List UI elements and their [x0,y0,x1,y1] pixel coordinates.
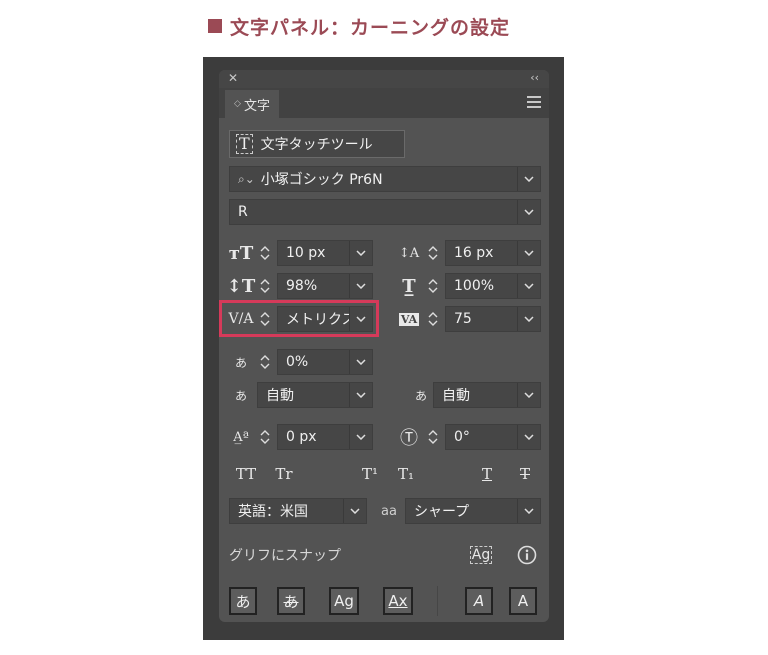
heading-square [208,19,222,33]
aki-left-icon: あ [234,388,247,403]
panel-titlebar: ✕ ‹‹ [219,70,549,88]
chevron-down-icon [349,241,372,265]
font-family-value: 小塚ゴシック Pr6N [260,172,383,188]
touch-tool-icon: T [236,134,253,154]
aki-left-select[interactable]: 自動 [257,382,373,408]
chevron-down-icon [349,274,372,298]
horizontal-scale-stepper[interactable] [425,273,441,299]
leading-field[interactable]: 16 px [445,240,541,266]
rotation-value: 0° [454,429,470,445]
font-size-stepper[interactable] [257,240,273,266]
font-size-value: 10 px [286,245,326,261]
superscript-button[interactable]: T¹ [355,462,385,486]
font-style-select[interactable]: R [229,199,541,225]
info-icon[interactable] [515,542,539,568]
aki-right-value: 自動 [442,388,470,404]
button-divider [437,586,438,616]
vertical-scale-value: 98% [286,278,318,294]
rotation-field[interactable]: 0° [445,424,541,450]
subscript-button[interactable]: T₁ [391,462,421,486]
rotation-stepper[interactable] [425,424,441,450]
tab-row: ◇ 文字 [219,88,549,118]
rotation-icon: Ⓣ [400,428,418,449]
chevron-down-icon [517,383,540,407]
heading-text: 文字パネル：カーニングの設定 [230,16,511,39]
font-family-select[interactable]: ⌕⌄ 小塚ゴシック Pr6N [229,166,541,192]
touch-tool-label: 文字タッチツール [260,137,373,153]
chevron-down-icon [517,499,540,523]
strikethrough-button[interactable]: T [513,462,537,486]
chevron-down-icon [517,307,540,331]
all-caps-button[interactable]: TT [231,462,261,486]
tsume-value: 0% [286,354,309,370]
search-icon: ⌕⌄ [238,171,255,186]
aki-right-icon: あ [414,388,427,403]
chevron-down-icon [517,167,540,191]
leading-value: 16 px [454,245,494,261]
updown-icon: ◇ [234,99,241,109]
anti-alias-value: シャープ [414,504,470,520]
snap-baseline-button[interactable]: あ [229,587,257,615]
chevron-down-icon [517,274,540,298]
tab-character-label: 文字 [243,98,270,114]
aki-left-value: 自動 [266,388,294,404]
font-size-field[interactable]: 10 px [277,240,373,266]
baseline-shift-field[interactable]: 0 px [277,424,373,450]
tab-character[interactable]: ◇ 文字 [225,90,279,118]
anti-alias-select[interactable]: シャープ [405,498,541,524]
underline-button[interactable]: T [475,462,499,486]
chevron-down-icon [349,350,372,374]
chevron-down-icon [349,383,372,407]
snap-proximity-button[interactable]: Ax [383,587,413,615]
snap-anchor-button[interactable]: A [509,587,537,615]
snap-midline-button[interactable]: あ [277,587,305,615]
font-style-value: R [238,204,248,220]
glyph-icon[interactable]: Ag [469,542,493,568]
tracking-value: 75 [454,311,472,327]
snap-glyph-bounds-button[interactable]: Ag [329,587,359,615]
tracking-icon: VA [398,312,420,326]
baseline-shift-value: 0 px [286,429,317,445]
chevron-down-icon [349,425,372,449]
chevron-down-icon [517,241,540,265]
anti-alias-icon: aa [381,503,397,519]
tsume-field[interactable]: 0% [277,349,373,375]
horizontal-scale-field[interactable]: 100% [445,273,541,299]
baseline-shift-stepper[interactable] [257,424,273,450]
tracking-field[interactable]: 75 [445,306,541,332]
language-select[interactable]: 英語：米国 [229,498,367,524]
baseline-shift-icon: A̲ª [233,429,249,445]
chevron-down-icon [343,499,366,523]
horizontal-scale-value: 100% [454,278,495,294]
aki-right-select[interactable]: 自動 [433,382,541,408]
tracking-stepper[interactable] [425,306,441,332]
small-caps-button[interactable]: Tr [269,462,299,486]
chevron-down-icon [517,425,540,449]
chevron-down-icon [517,200,540,224]
tsume-stepper[interactable] [257,349,273,375]
touch-type-tool-button[interactable]: T 文字タッチツール [229,130,405,158]
vertical-scale-icon: ↕T [226,275,256,297]
font-size-icon: ᴛT [228,242,254,264]
collapse-icon[interactable]: ‹‹ [530,71,539,84]
panel-menu-icon[interactable] [527,96,541,108]
vertical-scale-stepper[interactable] [257,273,273,299]
snap-angular-button[interactable]: A [465,587,493,615]
kerning-highlight-box [219,300,379,337]
leading-stepper[interactable] [425,240,441,266]
horizontal-scale-icon: T̲ [402,275,416,297]
leading-icon: ↕A [398,245,420,261]
language-value: 英語：米国 [238,504,308,520]
vertical-scale-field[interactable]: 98% [277,273,373,299]
character-panel: ✕ ‹‹ ◇ 文字 T 文字タッチツール ⌕⌄ 小塚ゴシック Pr6N R ᴛT… [219,70,549,622]
page-heading: 文字パネル：カーニングの設定 [208,10,510,42]
close-icon[interactable]: ✕ [228,71,238,85]
tsume-icon: あ [234,355,247,370]
snap-to-glyph-label: グリフにスナップ [229,548,341,564]
